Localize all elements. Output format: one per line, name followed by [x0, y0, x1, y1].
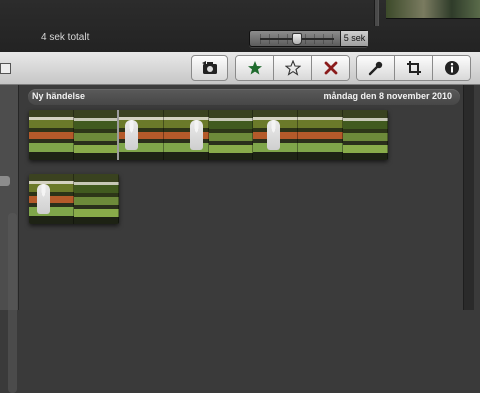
- event-title: Ny händelse: [32, 91, 86, 101]
- top-bar: 4 sek totalt 5 sek: [0, 0, 480, 52]
- mark-favorite-button[interactable]: [236, 56, 274, 80]
- clip-frame: [29, 174, 74, 224]
- right-panel: [463, 85, 480, 310]
- camera-rotate-icon: [201, 61, 217, 74]
- event-header: Ny händelse måndag den 8 november 2010: [28, 89, 460, 105]
- rating-button-group: [235, 55, 350, 81]
- selected-clip-frame[interactable]: [116, 110, 166, 160]
- voiceover-button[interactable]: [357, 56, 395, 80]
- event-date: måndag den 8 november 2010: [323, 91, 452, 101]
- panel-tab[interactable]: [0, 176, 10, 186]
- pane-divider[interactable]: [374, 0, 379, 26]
- thumbnail-duration-slider[interactable]: 5 sek: [249, 30, 368, 47]
- snapshot-button[interactable]: [191, 55, 228, 81]
- video-clip[interactable]: [29, 174, 119, 224]
- clip-frame: [343, 110, 388, 160]
- info-icon: [444, 61, 459, 75]
- toolbar: [0, 52, 480, 85]
- preview-thumbnail: [386, 0, 480, 19]
- crop-button[interactable]: [395, 56, 433, 80]
- clip-frame: [253, 110, 299, 160]
- reject-button[interactable]: [312, 56, 349, 80]
- left-event-panel: [0, 85, 19, 393]
- total-duration-label: 4 sek totalt: [41, 32, 90, 43]
- clip-frame: [74, 174, 119, 224]
- clip-frame: [73, 110, 119, 160]
- slider-value-label: 5 sek: [340, 31, 368, 46]
- unmark-button[interactable]: [274, 56, 312, 80]
- clip-frame: [298, 110, 344, 160]
- info-button[interactable]: [433, 56, 470, 80]
- microphone-icon: [368, 61, 382, 76]
- x-icon: [324, 61, 337, 75]
- clip-frame: [163, 110, 209, 160]
- clip-frame: [29, 110, 74, 160]
- clip-frame: [208, 110, 254, 160]
- tools-button-group: [356, 55, 471, 81]
- left-scrollbar[interactable]: [8, 213, 17, 393]
- star-filled-icon: [247, 61, 262, 75]
- window-edge-icon: [0, 63, 11, 74]
- clip-browser: Ny händelse måndag den 8 november 2010: [19, 85, 463, 310]
- star-outline-icon: [284, 60, 301, 76]
- video-clip[interactable]: [29, 110, 388, 160]
- slider-knob[interactable]: [291, 33, 302, 45]
- crop-icon: [406, 61, 421, 75]
